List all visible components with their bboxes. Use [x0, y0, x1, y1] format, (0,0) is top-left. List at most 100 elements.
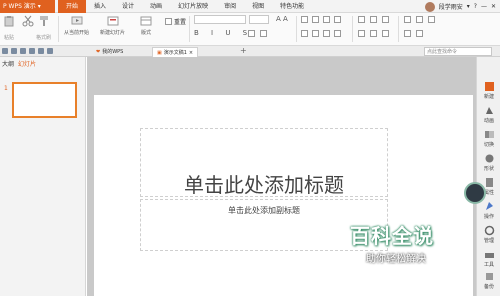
find-command-input[interactable]: 点此查找命令 [424, 47, 492, 56]
tab-outline[interactable]: 大纲 [2, 59, 14, 68]
minimize-icon[interactable]: — [481, 3, 487, 10]
manage-icon [484, 225, 494, 236]
font-color-icon[interactable] [260, 30, 267, 37]
add-tab-icon[interactable]: + [240, 46, 247, 55]
title-placeholder[interactable]: 单击此处添加标题 [140, 128, 388, 197]
bullets-icon[interactable] [301, 16, 308, 23]
watermark-subtitle: 助你轻松解决 [366, 254, 426, 265]
sidebar-item-animation[interactable]: 动画 [477, 105, 500, 124]
font-size-select[interactable] [249, 15, 269, 24]
user-name[interactable]: 段学雨安 [439, 2, 463, 11]
cut-button[interactable] [22, 15, 34, 29]
align-left-icon[interactable] [301, 30, 308, 37]
select-icon[interactable] [428, 16, 435, 23]
from-current-button[interactable]: 从当前开始 [64, 15, 89, 36]
redo-icon[interactable] [47, 48, 53, 54]
brush-icon [40, 16, 48, 26]
close-icon[interactable]: ✕ [491, 3, 496, 10]
app-menu-button[interactable]: P WPS 演示 ▾ [0, 0, 55, 13]
numbering-icon[interactable] [312, 16, 319, 23]
skin-icon[interactable]: ▾ [467, 3, 470, 10]
new-slide-button[interactable]: 新建幻灯片 [100, 15, 125, 36]
reset-button[interactable]: 重置 [165, 17, 186, 26]
more-icon[interactable] [416, 30, 423, 37]
tab-features[interactable]: 特色功能 [272, 0, 312, 13]
align-center-icon[interactable] [312, 30, 319, 37]
backup-icon [485, 273, 493, 280]
font-style-buttons[interactable]: B I U S [194, 29, 252, 37]
new-slide-label: 新建幻灯片 [100, 30, 126, 36]
open-icon[interactable] [2, 48, 8, 54]
cut-icon [22, 15, 34, 27]
fill-icon[interactable] [370, 30, 377, 37]
tab-slideshow[interactable]: 幻灯片放映 [170, 0, 216, 13]
properties-icon [485, 178, 493, 187]
paste-button[interactable] [3, 15, 15, 29]
user-area: 段学雨安 ▾ ? — ✕ [424, 1, 496, 12]
tab-my-wps[interactable]: ❤ 我的WPS [92, 47, 127, 57]
document-tab-bar: ❤ 我的WPS ▣ 演示文稿1 × + 点此查找命令 [0, 46, 500, 57]
format-painter-button[interactable] [38, 15, 50, 29]
app-name: WPS 演示 [8, 3, 36, 10]
slide-thumbnail[interactable] [12, 82, 77, 118]
help-icon[interactable]: ? [474, 3, 477, 10]
sidebar-item-label: 管理 [483, 238, 494, 244]
layout-label: 版式 [140, 30, 151, 36]
slide-number: 1 [4, 85, 8, 92]
print-icon[interactable] [20, 48, 26, 54]
textbox-icon[interactable] [358, 16, 365, 23]
ribbon-divider [189, 16, 190, 42]
layout-button[interactable]: 版式 [140, 15, 152, 36]
sidebar-item-label: 工具 [483, 262, 494, 268]
reset-icon [165, 18, 172, 25]
tab-slides[interactable]: 幻灯片 [18, 59, 36, 68]
tab-document-label: 演示文稿1 [163, 49, 187, 56]
tab-view[interactable]: 视图 [244, 0, 272, 13]
preview-icon[interactable] [29, 48, 35, 54]
settings-icon[interactable] [404, 30, 411, 37]
actions-icon [485, 202, 493, 210]
save-icon[interactable] [11, 48, 17, 54]
sidebar-item-label: 动画 [483, 118, 494, 124]
tab-my-wps-label: 我的WPS [102, 49, 124, 55]
transition-icon [484, 131, 494, 138]
tab-animation[interactable]: 动画 [142, 0, 170, 13]
play-icon [71, 16, 82, 25]
picture-icon[interactable] [358, 30, 365, 37]
layout-icon [140, 16, 152, 26]
tab-design[interactable]: 设计 [114, 0, 142, 13]
align-right-icon[interactable] [323, 30, 330, 37]
outline-icon[interactable] [382, 30, 389, 37]
indent-icon[interactable] [323, 16, 330, 23]
font-name-select[interactable] [194, 15, 246, 24]
sidebar-item-new[interactable]: 新建 [477, 81, 500, 100]
sidebar-item-shapes[interactable]: 形状 [477, 153, 500, 172]
sidebar-item-transition[interactable]: 切换 [477, 129, 500, 148]
ribbon: 粘贴 格式刷 从当前开始 新建幻灯片 版式 重置 A A B I U S [0, 13, 500, 46]
new-slide-icon [107, 16, 118, 26]
text-shadow-icon[interactable] [248, 30, 255, 37]
wps-icon: ❤ [96, 49, 101, 55]
font-size-buttons[interactable]: A A [276, 15, 288, 23]
replace-icon[interactable] [416, 16, 423, 23]
line-spacing-icon[interactable] [334, 16, 341, 23]
ribbon-tabs: 开始 插入 设计 动画 幻灯片放映 审阅 视图 特色功能 [58, 0, 312, 13]
justify-icon[interactable] [334, 30, 341, 37]
tab-document[interactable]: ▣ 演示文稿1 × [152, 47, 199, 58]
avatar[interactable] [424, 1, 435, 12]
sidebar-item-actions[interactable]: 操作 [477, 201, 500, 220]
undo-icon[interactable] [38, 48, 44, 54]
sidebar-item-manage[interactable]: 管理 [477, 225, 500, 244]
shape-icon[interactable] [370, 16, 377, 23]
sidebar-item-label: 备份 [483, 284, 494, 290]
sidebar-item-backup[interactable]: 备份 [477, 271, 500, 290]
tab-home[interactable]: 开始 [58, 0, 87, 13]
tab-insert[interactable]: 插入 [86, 0, 114, 13]
arrange-icon[interactable] [382, 16, 389, 23]
close-tab-icon[interactable]: × [189, 48, 193, 58]
tab-review[interactable]: 审阅 [216, 0, 244, 13]
find-icon[interactable] [404, 16, 411, 23]
floating-assistant-button[interactable] [464, 182, 486, 204]
sidebar-item-tools[interactable]: 工具 [477, 249, 500, 268]
watermark: 百科全说 助你轻松解决 [336, 214, 464, 274]
